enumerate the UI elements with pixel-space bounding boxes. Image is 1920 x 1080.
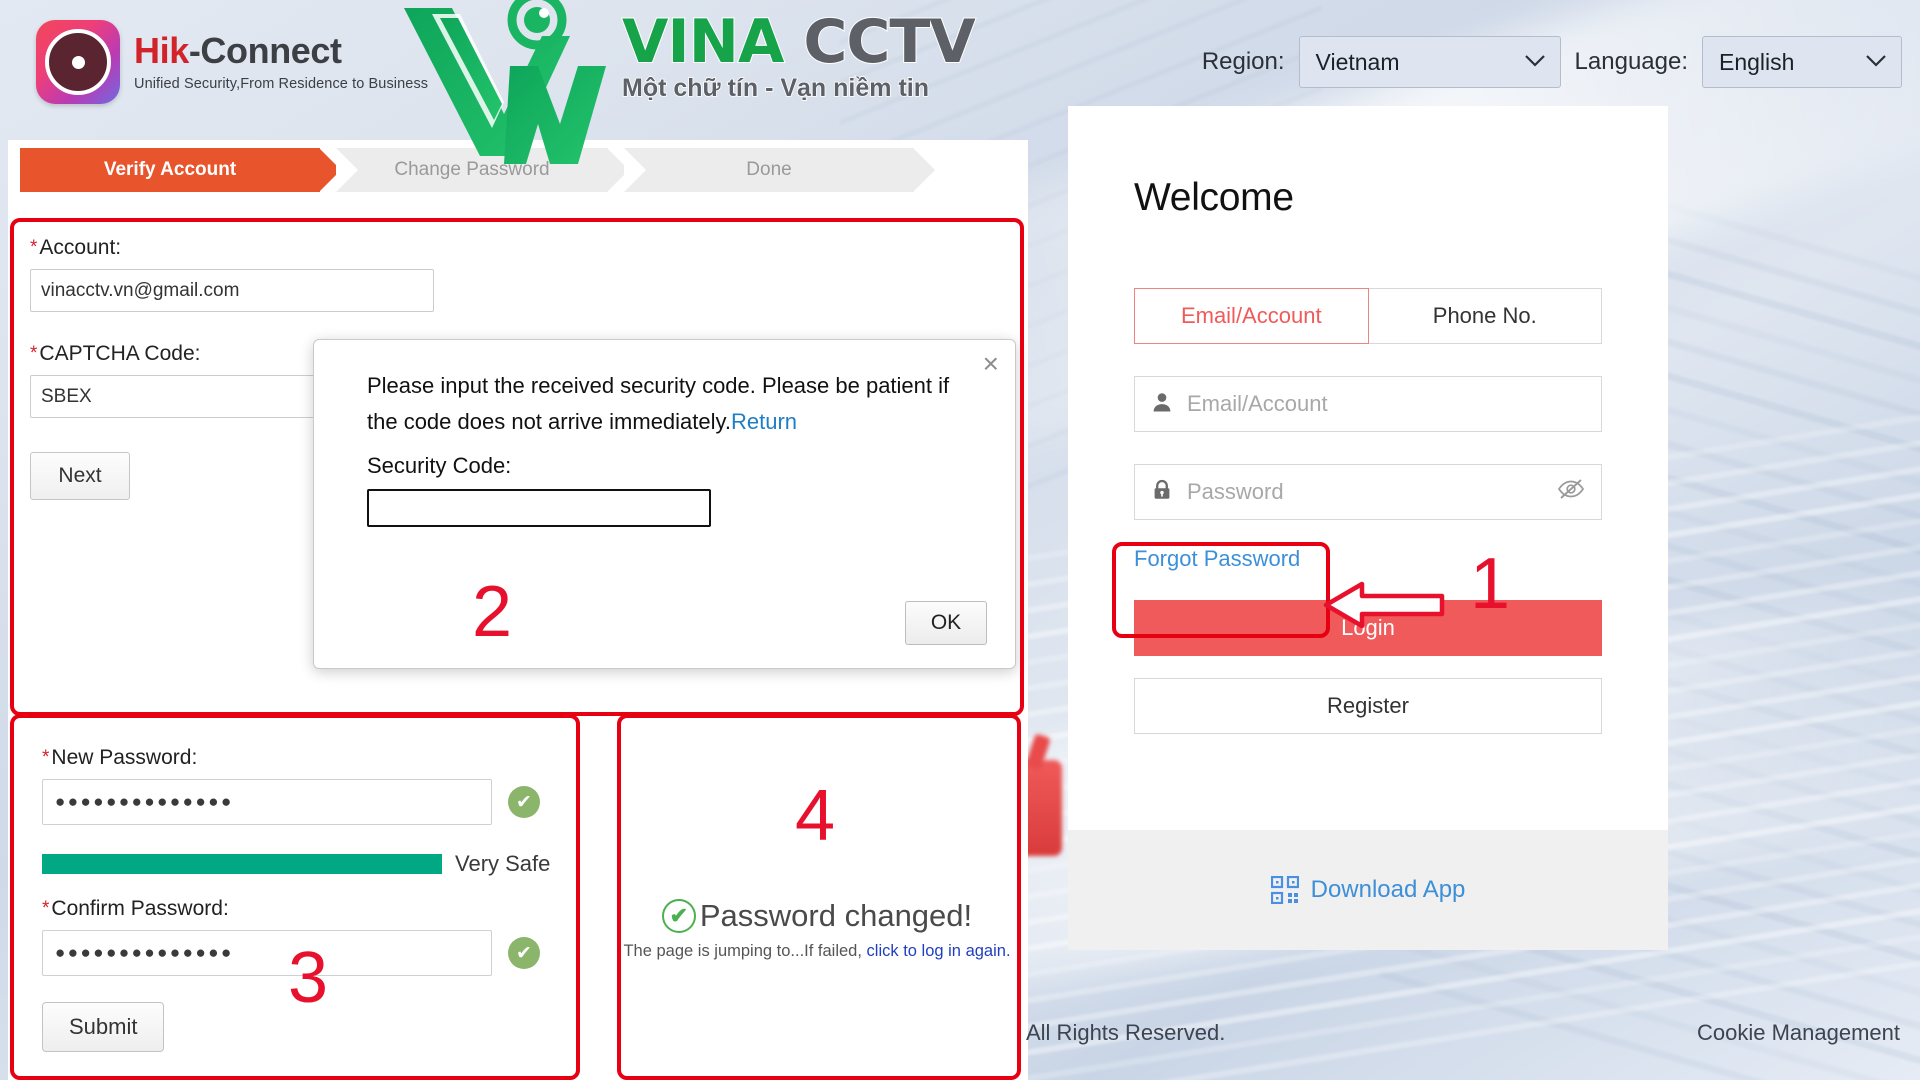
vina-slogan: Một chữ tín - Vạn niềm tin xyxy=(621,73,930,103)
security-code-dialog: × Please input the received security cod… xyxy=(313,339,1016,669)
login-password-field[interactable]: Password xyxy=(1134,464,1602,520)
cctv-word: CCTV xyxy=(802,7,976,77)
security-code-label: Security Code: xyxy=(367,453,512,479)
required-mark: * xyxy=(30,343,38,365)
connect-word: -Connect xyxy=(188,29,342,71)
dialog-message: Please input the received security code.… xyxy=(314,340,1015,439)
return-link[interactable]: Return xyxy=(731,409,797,434)
dialog-message-line1: Please input the received security code.… xyxy=(367,373,950,398)
dialog-ok-button[interactable]: OK xyxy=(905,601,987,645)
valid-check-icon: ✔ xyxy=(508,937,540,969)
wizard-step-done[interactable]: Done xyxy=(624,148,935,192)
jump-text: The page is jumping to...If failed, xyxy=(623,942,867,960)
wizard-step-label: Verify Account xyxy=(103,159,237,180)
required-mark: * xyxy=(42,898,50,920)
vina-v-mark-icon xyxy=(404,0,606,164)
confirm-password-label: Confirm Password: xyxy=(51,897,229,920)
user-icon xyxy=(1151,391,1173,418)
hik-connect-app-icon xyxy=(36,20,120,104)
annotation-arrow-1 xyxy=(1318,570,1448,645)
success-check-icon: ✔ xyxy=(661,899,696,933)
tab-label: Phone No. xyxy=(1432,303,1537,328)
hik-connect-logo: Hik-Connect Unified Security,From Reside… xyxy=(36,20,428,104)
tab-label: Email/Account xyxy=(1180,303,1322,328)
hik-connect-wordmark: Hik-Connect Unified Security,From Reside… xyxy=(134,29,429,92)
password-strength-label: Very Safe xyxy=(455,851,551,876)
login-password-placeholder: Password xyxy=(1187,479,1284,504)
new-password-row: ✔ xyxy=(42,779,590,825)
annotation-number-1: 1 xyxy=(1470,544,1511,624)
vina-cctv-logo: VINA CCTV Một chữ tín - Vạn niềm tin xyxy=(392,0,977,171)
register-button[interactable]: Register xyxy=(1134,678,1602,734)
login-card: Welcome Email/Account Phone No. Email/Ac… xyxy=(1068,106,1668,950)
chevron-down-icon xyxy=(1524,50,1546,74)
new-password-label-row: *New Password: xyxy=(42,746,590,770)
download-app-label: Download App xyxy=(1310,876,1466,903)
region-label: Region: xyxy=(1201,48,1285,75)
language-select[interactable]: English xyxy=(1702,36,1902,88)
annotation-number-4: 4 xyxy=(795,776,836,856)
all-rights-reserved: All Rights Reserved. xyxy=(1026,1020,1226,1045)
dialog-message-line2-wrap: the code does not arrive immediately.Ret… xyxy=(367,404,969,440)
next-button[interactable]: Next xyxy=(30,452,130,500)
required-mark: * xyxy=(42,747,50,769)
account-label: Account: xyxy=(39,236,122,259)
login-method-tabs: Email/Account Phone No. xyxy=(1134,288,1602,344)
captcha-label: CAPTCHA Code: xyxy=(39,342,201,365)
tab-email-account[interactable]: Email/Account xyxy=(1134,288,1369,344)
annotation-number-2: 2 xyxy=(472,572,513,652)
dialog-message-line2: the code does not arrive immediately. xyxy=(367,408,731,434)
new-password-input[interactable] xyxy=(42,779,492,825)
password-strength-meter xyxy=(42,854,442,874)
change-password-panel: *New Password: ✔ Very Safe *Confirm Pass… xyxy=(14,718,590,1080)
login-account-placeholder: Email/Account xyxy=(1187,391,1328,416)
security-code-input[interactable] xyxy=(367,489,711,528)
eye-off-icon[interactable] xyxy=(1557,478,1585,506)
forgot-password-link[interactable]: Forgot Password xyxy=(1134,546,1300,572)
chevron-down-icon xyxy=(1865,50,1887,74)
password-strength-row: Very Safe xyxy=(42,851,590,877)
welcome-heading: Welcome xyxy=(1134,176,1294,219)
vina-cctv-wordmark: VINA CCTV Một chữ tín - Vạn niềm tin xyxy=(621,11,977,103)
account-label-row: *Account: xyxy=(30,236,1028,260)
submit-button[interactable]: Submit xyxy=(42,1002,165,1052)
language-label: Language: xyxy=(1574,48,1688,75)
confirm-password-input[interactable] xyxy=(42,930,492,976)
tab-phone-no[interactable]: Phone No. xyxy=(1368,288,1602,344)
region-select[interactable]: Vietnam xyxy=(1298,36,1561,88)
account-input[interactable] xyxy=(30,269,434,312)
log-in-again-link[interactable]: click to log in again. xyxy=(867,942,1011,960)
download-app-bar[interactable]: Download App xyxy=(1068,830,1668,950)
password-changed-title: Password changed! xyxy=(699,898,973,933)
password-changed-subtext: The page is jumping to...If failed, clic… xyxy=(617,942,1017,961)
password-changed-headline: ✔ Password changed! xyxy=(617,898,1017,934)
hik-connect-tagline: Unified Security,From Residence to Busin… xyxy=(134,75,429,92)
language-value: English xyxy=(1719,48,1795,75)
required-mark: * xyxy=(30,237,38,259)
new-password-label: New Password: xyxy=(51,746,198,769)
region-language-bar: Region: Vietnam Language: English xyxy=(1202,36,1902,88)
cookie-management-link[interactable]: Cookie Management xyxy=(1697,1020,1900,1046)
hik-word: Hik xyxy=(134,29,189,71)
lock-icon xyxy=(1151,479,1173,506)
valid-check-icon: ✔ xyxy=(508,786,540,818)
login-account-field[interactable]: Email/Account xyxy=(1134,376,1602,432)
qr-code-icon xyxy=(1270,875,1299,905)
close-icon[interactable]: × xyxy=(983,350,999,378)
wizard-step-label: Done xyxy=(746,159,792,180)
password-changed-panel: ✔ Password changed! The page is jumping … xyxy=(617,718,1017,1080)
annotation-number-3: 3 xyxy=(288,938,329,1018)
region-value: Vietnam xyxy=(1315,48,1400,75)
confirm-password-label-row: *Confirm Password: xyxy=(42,897,590,921)
wizard-step-verify-account[interactable]: Verify Account xyxy=(20,148,341,192)
vina-word: VINA xyxy=(621,7,804,77)
